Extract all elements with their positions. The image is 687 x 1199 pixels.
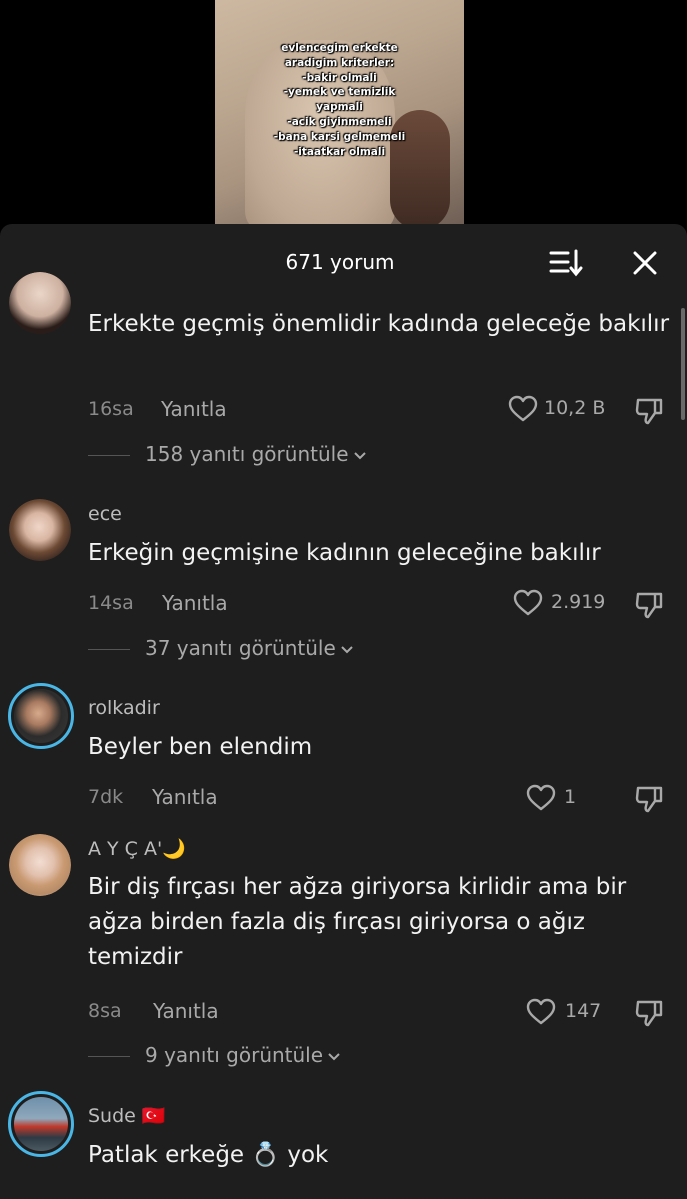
like-button[interactable]: 147 [526, 998, 606, 1028]
divider-line [88, 455, 130, 456]
comment-text: Erkeğin geçmişine kadının geleceğine bak… [88, 540, 601, 566]
caption-line: yapmali [316, 101, 363, 114]
video-caption: evlencegim erkekte aradigim kriterler: -… [215, 41, 464, 159]
comment-text: Patlak erkeğe 💍 yok [88, 1142, 329, 1168]
view-replies-button[interactable]: 37 yanıtı görüntüle [88, 636, 388, 662]
dislike-icon[interactable] [633, 998, 665, 1028]
view-replies-button[interactable]: 9 yanıtı görüntüle [88, 1043, 388, 1069]
avatar[interactable] [9, 834, 71, 896]
avatar[interactable] [8, 683, 74, 749]
like-button[interactable]: 1 [526, 784, 586, 814]
like-count: 2.919 [551, 591, 606, 613]
avatar[interactable] [9, 499, 71, 561]
comment-username[interactable]: ece [88, 503, 122, 525]
like-count: 1 [564, 786, 577, 808]
comment-username[interactable]: Sude 🇹🇷 [88, 1104, 166, 1127]
heart-icon [508, 395, 538, 422]
comments-sheet: 671 yorum Erkekte geçmiş önemlidir kadın… [0, 224, 687, 1199]
caption-line: evlencegim erkekte [281, 42, 398, 54]
reply-button[interactable]: Yanıtla [162, 591, 228, 615]
sort-button[interactable] [548, 247, 584, 279]
comment-username[interactable]: A Y Ç A'🌙 [88, 837, 186, 860]
like-count: 147 [565, 1000, 602, 1022]
like-count: 10,2 B [544, 397, 606, 419]
avatar[interactable] [9, 272, 71, 334]
view-replies-label: 158 yanıtı görüntüle [145, 442, 349, 466]
comment-time: 8sa [88, 1000, 122, 1022]
comment-time: 14sa [88, 592, 134, 614]
chevron-down-icon [341, 645, 353, 653]
like-button[interactable]: 10,2 B [508, 395, 608, 425]
view-replies-label: 9 yanıtı görüntüle [145, 1043, 324, 1067]
avatar[interactable] [8, 1091, 74, 1157]
comment-text: Bir diş fırçası her ağza giriyorsa kirli… [88, 874, 627, 970]
comment-username[interactable]: rolkadir [88, 697, 160, 719]
heart-icon [526, 784, 556, 811]
caption-line: -yemek ve temizlik [283, 86, 396, 99]
caption-line: -bana karsi gelmemeli [273, 130, 406, 143]
view-replies-label: 37 yanıtı görüntüle [145, 636, 336, 660]
scrollbar[interactable] [681, 308, 685, 420]
caption-line: -bakir olmali [302, 71, 377, 84]
close-button[interactable] [628, 246, 662, 280]
divider-line [88, 1056, 130, 1057]
video-area[interactable]: evlencegim erkekte aradigim kriterler: -… [0, 0, 687, 226]
chevron-down-icon [328, 1052, 340, 1060]
reply-button[interactable]: Yanıtla [153, 999, 219, 1023]
dislike-icon[interactable] [633, 590, 665, 620]
dislike-icon[interactable] [633, 784, 665, 814]
comment-text: Beyler ben elendim [88, 734, 313, 760]
view-replies-button[interactable]: 158 yanıtı görüntüle [88, 442, 408, 468]
video-thumbnail[interactable]: evlencegim erkekte aradigim kriterler: -… [215, 0, 464, 226]
caption-line: aradigim kriterler: [284, 56, 395, 69]
comment-time: 7dk [88, 786, 124, 808]
caption-line: -acik giyinmemeli [287, 115, 392, 128]
reply-button[interactable]: Yanıtla [152, 785, 218, 809]
sort-icon [549, 249, 583, 277]
divider-line [88, 649, 130, 650]
heart-icon [513, 589, 543, 616]
chevron-down-icon [353, 451, 366, 459]
close-icon [633, 251, 657, 275]
heart-icon [526, 998, 556, 1025]
dislike-icon[interactable] [633, 396, 665, 426]
sheet-header: 671 yorum [0, 224, 687, 300]
caption-line: -itaatkar olmali [293, 145, 386, 158]
comment-time: 16sa [88, 398, 134, 420]
like-button[interactable]: 2.919 [513, 589, 608, 619]
reply-button[interactable]: Yanıtla [161, 397, 227, 421]
comment-text: Erkekte geçmiş önemlidir kadında geleceğ… [88, 311, 670, 337]
